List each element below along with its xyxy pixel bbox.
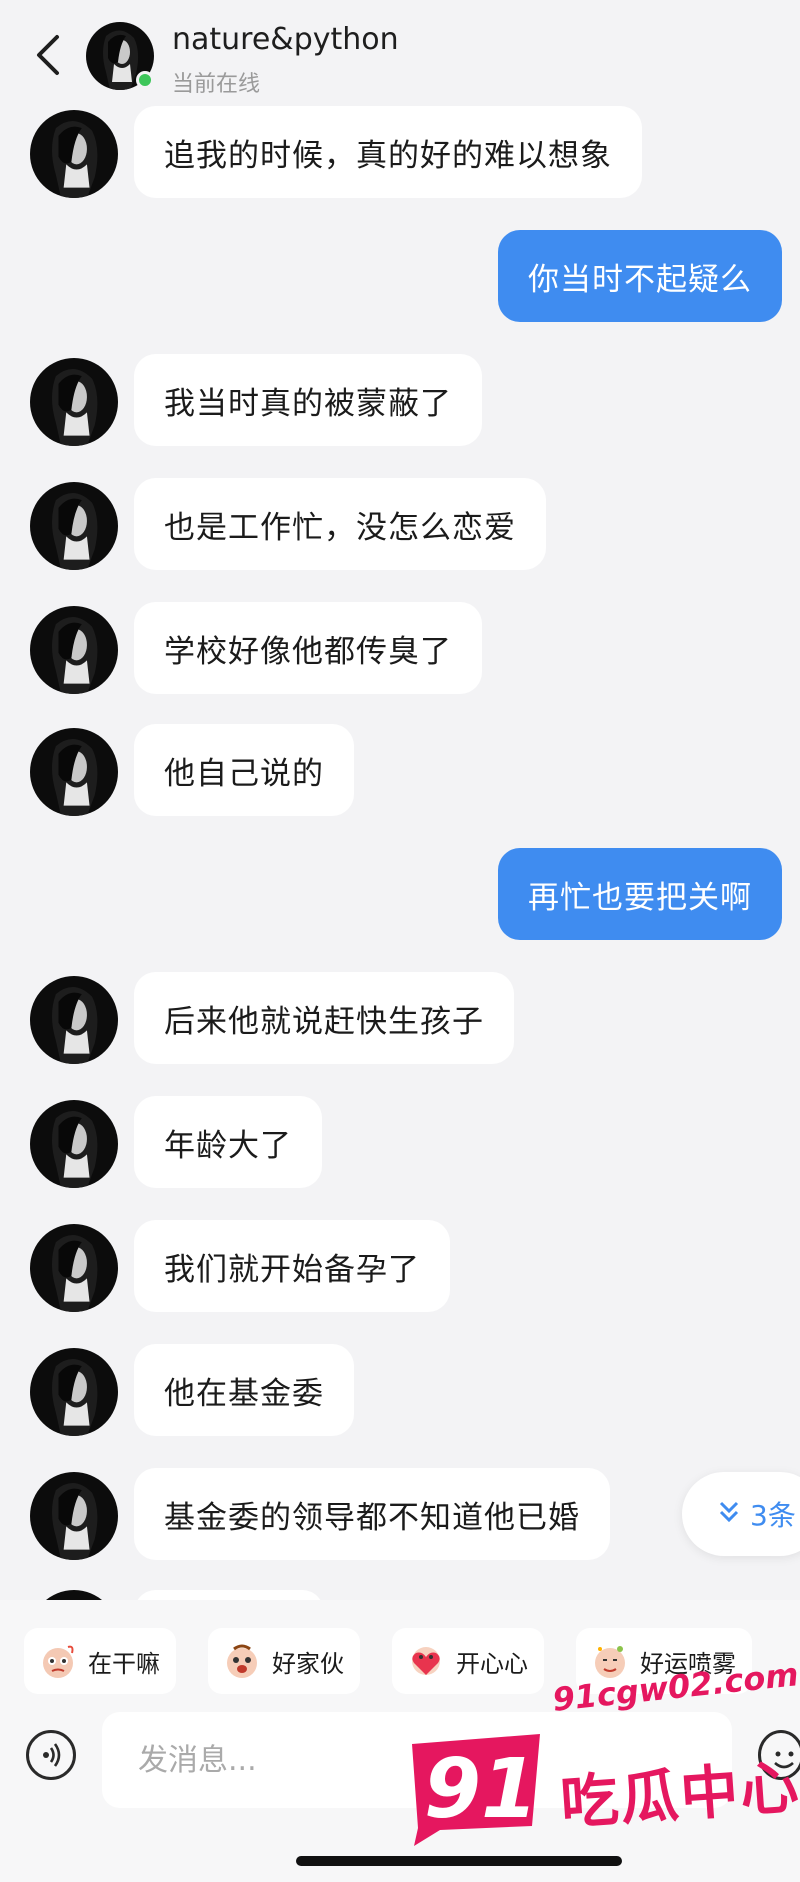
sender-avatar[interactable] bbox=[30, 1100, 118, 1188]
sticker-surprised-icon bbox=[227, 1644, 257, 1678]
outgoing-message-bubble[interactable]: 再忙也要把关啊 bbox=[498, 848, 782, 940]
sound-wave-icon bbox=[43, 1743, 61, 1767]
watermark-number: 91 bbox=[424, 1742, 539, 1837]
outgoing-message-bubble[interactable]: 你当时不起疑么 bbox=[498, 230, 782, 322]
message-row: 后来他就说赶快生孩子 bbox=[0, 972, 800, 1064]
incoming-message-bubble[interactable]: 我们就开始备孕了 bbox=[134, 1220, 450, 1312]
incoming-message-bubble[interactable]: 他自己说的 bbox=[134, 724, 354, 816]
message-row: 也是工作忙，没怎么恋爱 bbox=[0, 478, 800, 570]
back-button[interactable] bbox=[28, 30, 68, 80]
message-row: 再忙也要把关啊 bbox=[0, 848, 800, 940]
incoming-message-bubble[interactable]: 他在基金委 bbox=[134, 1344, 354, 1436]
quick-reply-label: 开心心 bbox=[456, 1649, 528, 1678]
voice-input-button[interactable] bbox=[26, 1730, 76, 1780]
incoming-message-bubble[interactable]: 年龄大了 bbox=[134, 1096, 322, 1188]
sender-avatar[interactable] bbox=[30, 110, 118, 198]
sender-avatar[interactable] bbox=[30, 976, 118, 1064]
chat-header: nature&python 当前在线 bbox=[0, 0, 800, 104]
message-row: 基金委的领导都不知道他已婚 bbox=[0, 1468, 800, 1560]
quick-reply-chip[interactable]: 好家伙 bbox=[208, 1628, 360, 1694]
quick-reply-chip[interactable]: 在干嘛 bbox=[24, 1628, 176, 1694]
quick-reply-label: 在干嘛 bbox=[88, 1649, 160, 1678]
sender-avatar[interactable] bbox=[30, 606, 118, 694]
sender-avatar[interactable] bbox=[30, 1472, 118, 1560]
incoming-message-bubble[interactable]: 后来他就说赶快生孩子 bbox=[134, 972, 514, 1064]
sticker-wondering-icon bbox=[43, 1645, 74, 1678]
chevron-left-icon bbox=[37, 35, 59, 75]
contact-name[interactable]: nature&python bbox=[172, 22, 399, 57]
message-row: 他在基金委 bbox=[0, 1344, 800, 1436]
message-row: 学校好像他都传臭了 bbox=[0, 602, 800, 694]
message-row: 我当时真的被蒙蔽了 bbox=[0, 354, 800, 446]
home-indicator bbox=[296, 1856, 622, 1866]
message-row: 你当时不起疑么 bbox=[0, 230, 800, 322]
quick-reply-label: 好家伙 bbox=[272, 1649, 344, 1678]
sticker-heart-icon bbox=[412, 1647, 440, 1675]
incoming-message-bubble[interactable]: 追我的时候，真的好的难以想象 bbox=[134, 106, 642, 198]
quick-reply-chip[interactable]: 开心心 bbox=[392, 1628, 544, 1694]
incoming-message-bubble[interactable]: 基金委的领导都不知道他已婚 bbox=[134, 1468, 610, 1560]
incoming-message-bubble[interactable]: 学校好像他都传臭了 bbox=[134, 602, 482, 694]
incoming-message-bubble[interactable]: 也是工作忙，没怎么恋爱 bbox=[134, 478, 546, 570]
double-chevron-down-icon bbox=[718, 1498, 740, 1531]
message-row: 我们就开始备孕了 bbox=[0, 1220, 800, 1312]
sender-avatar[interactable] bbox=[30, 358, 118, 446]
watermark-text: 吃瓜中心 bbox=[558, 1752, 800, 1838]
message-row: 年龄大了 bbox=[0, 1096, 800, 1188]
contact-status: 当前在线 bbox=[172, 72, 261, 97]
incoming-message-bubble[interactable]: 我当时真的被蒙蔽了 bbox=[134, 354, 482, 446]
online-indicator bbox=[136, 71, 154, 89]
unread-count: 3条 bbox=[750, 1499, 796, 1532]
sender-avatar[interactable] bbox=[30, 1348, 118, 1436]
message-row: 他自己说的 bbox=[0, 724, 800, 816]
unread-messages-button[interactable]: 3条 bbox=[682, 1472, 800, 1556]
sender-avatar[interactable] bbox=[30, 728, 118, 816]
sender-avatar[interactable] bbox=[30, 1224, 118, 1312]
sender-avatar[interactable] bbox=[30, 482, 118, 570]
message-row: 追我的时候，真的好的难以想象 bbox=[0, 106, 800, 198]
